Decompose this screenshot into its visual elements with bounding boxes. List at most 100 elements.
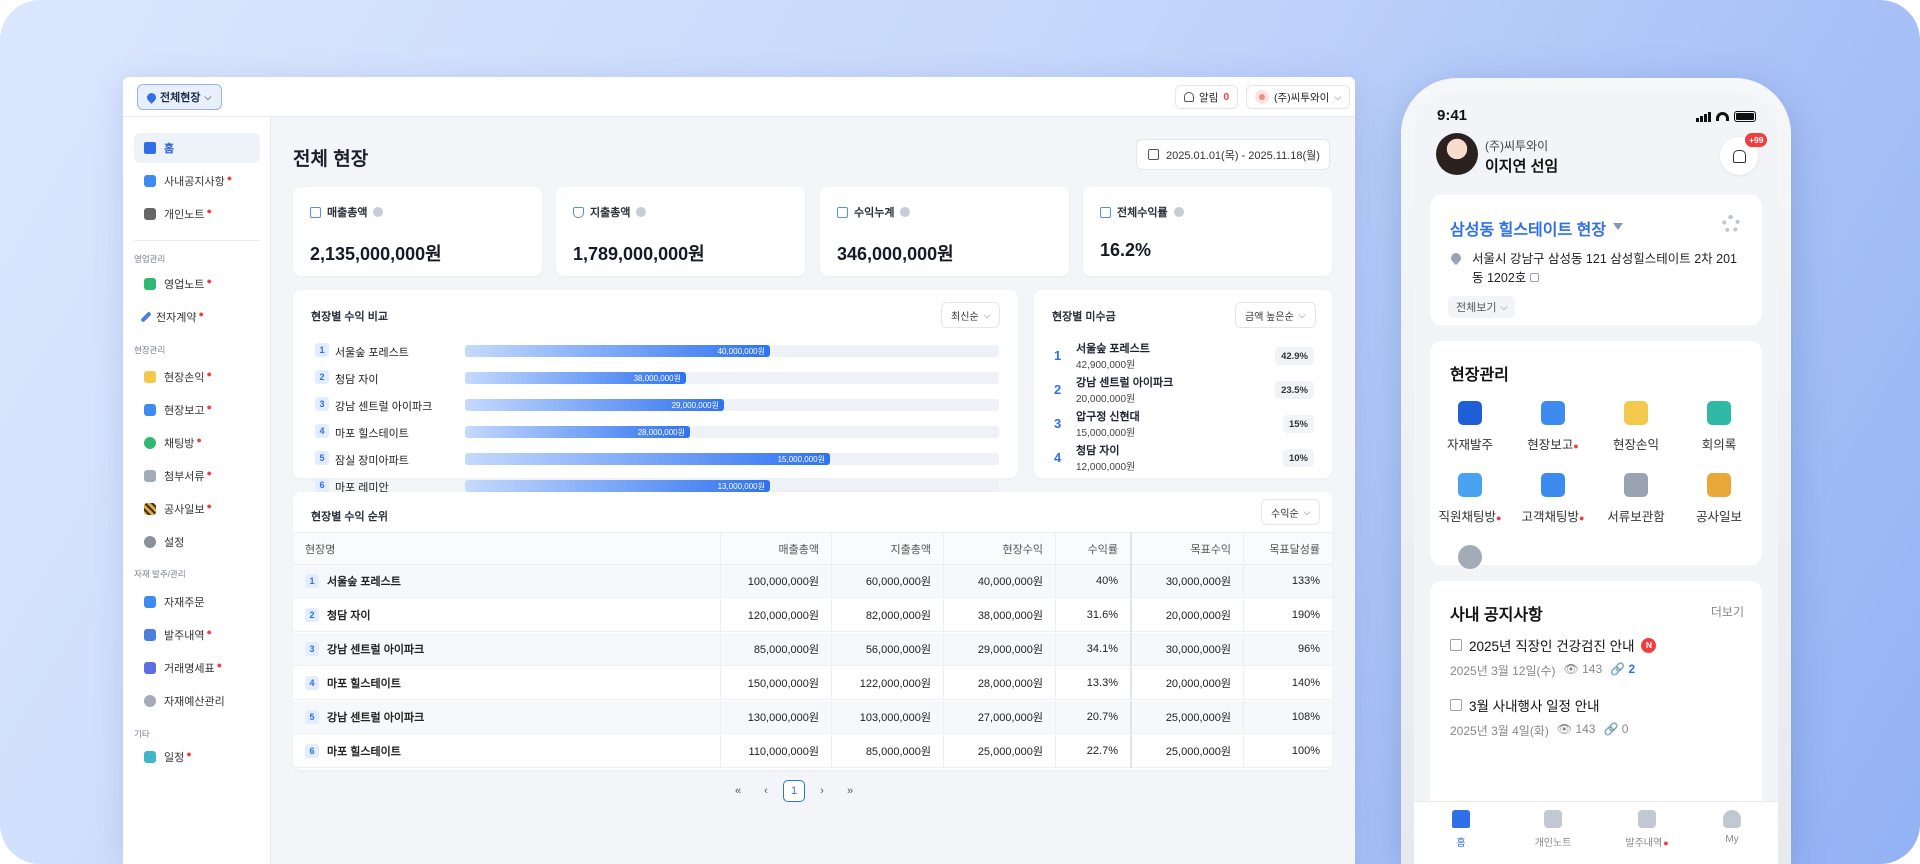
sidebar-item-label: 발주내역 bbox=[164, 630, 205, 642]
new-dot: ● bbox=[206, 626, 212, 637]
bar[interactable]: 15,000,000원 bbox=[465, 453, 830, 465]
info-icon[interactable] bbox=[373, 207, 384, 217]
sidebar-item-material-budget[interactable]: 자재예산관리 bbox=[134, 686, 260, 716]
site-name-cell: 1 서울숲 포레스트 bbox=[293, 564, 721, 598]
view-all-button[interactable]: 전체보기 ⌵ bbox=[1448, 296, 1516, 318]
inbox-icon bbox=[144, 662, 156, 674]
new-dot: ● bbox=[1663, 838, 1669, 848]
receivable-row[interactable]: 3 압구정 신현대 15,000,000원 15% bbox=[1054, 408, 1314, 442]
column-header[interactable]: 지출총액 bbox=[832, 532, 944, 565]
info-icon[interactable] bbox=[900, 207, 911, 217]
site-mgmt-item[interactable]: 고객채팅방● bbox=[1513, 473, 1593, 529]
site-mgmt-item[interactable]: 서류보관함 bbox=[1596, 473, 1676, 529]
sidebar-item-attachments[interactable]: 첨부서류 ● bbox=[134, 461, 260, 491]
table-row[interactable]: 2 청담 자이 120,000,000원 82,000,000원 38,000,000원… bbox=[293, 598, 1332, 632]
bar[interactable]: 29,000,000원 bbox=[465, 399, 724, 411]
sidebar-item-e-contract[interactable]: 전자계약 ● bbox=[134, 302, 260, 332]
sidebar-item-label: 거래명세표 bbox=[164, 663, 215, 675]
receivable-row[interactable]: 4 청담 자이 12,000,000원 10% bbox=[1054, 442, 1314, 476]
receipt-icon bbox=[310, 206, 321, 218]
column-header[interactable]: 수익률 bbox=[1056, 532, 1132, 565]
page-number[interactable]: 1 bbox=[783, 780, 805, 802]
site-mgmt-item[interactable]: 회의록 bbox=[1679, 401, 1759, 457]
feature-label: 서류보관함 bbox=[1607, 510, 1665, 524]
receivable-percent: 42.9% bbox=[1275, 347, 1314, 365]
bar[interactable]: 38,000,000원 bbox=[465, 372, 686, 384]
site-selector[interactable]: 전체현장 ⌵ bbox=[137, 84, 223, 110]
caret-down-icon[interactable] bbox=[1613, 223, 1623, 230]
receivable-percent: 10% bbox=[1282, 449, 1314, 467]
sidebar-item-site-pl[interactable]: 현장손익 ● bbox=[134, 362, 260, 392]
column-header[interactable]: 매출총액 bbox=[721, 532, 832, 565]
achieve-cell: 108% bbox=[1291, 711, 1320, 723]
notice-item[interactable]: 3월 사내행사 일정 안내 2025년 3월 4일(화) 👁 143 🔗 0 bbox=[1450, 695, 1750, 739]
achieve-cell: 140% bbox=[1291, 677, 1320, 689]
gear-icon[interactable] bbox=[1722, 215, 1740, 233]
sidebar-item-label: 자재예산관리 bbox=[164, 696, 225, 708]
card-title: 현장별 수익 비교 bbox=[311, 311, 388, 323]
notice-item[interactable]: 2025년 직장인 건강검진 안내 N 2025년 3월 12일(수) 👁 143 🔗… bbox=[1450, 635, 1750, 679]
info-icon[interactable] bbox=[636, 207, 647, 217]
alarm-button[interactable]: 알림 0 bbox=[1175, 85, 1239, 109]
image-icon bbox=[1450, 699, 1462, 711]
table-row[interactable]: 5 강남 센트럴 아이파크 130,000,000원 103,000,000원 27,0… bbox=[293, 700, 1332, 734]
sidebar-item-invoice[interactable]: 거래명세표 ● bbox=[134, 653, 260, 683]
bar-label: 청담 자이 bbox=[335, 374, 379, 386]
sidebar-item-daily-log[interactable]: 공사일보 ● bbox=[134, 494, 260, 524]
site-name[interactable]: 삼성동 힐스테이트 현장 bbox=[1450, 216, 1606, 240]
sidebar-item-chat[interactable]: 채팅방 ● bbox=[134, 428, 260, 458]
next-page-button[interactable]: › bbox=[811, 780, 833, 802]
chevron-down-icon: ⌵ bbox=[1334, 91, 1342, 102]
sidebar-item-home[interactable]: 홈 bbox=[134, 133, 260, 163]
date-range-picker[interactable]: 2025.01.01(목) - 2025.11.18(월) bbox=[1136, 139, 1330, 170]
sidebar-item-order-history[interactable]: 발주내역 ● bbox=[134, 620, 260, 650]
site-mgmt-item[interactable]: 자재발주 bbox=[1430, 401, 1510, 457]
bar[interactable]: 13,000,000원 bbox=[465, 480, 770, 492]
table-row[interactable]: 6 마포 힐스테이트 110,000,000원 85,000,000원 25,000,0… bbox=[293, 734, 1332, 768]
last-page-button[interactable]: » bbox=[839, 780, 861, 802]
sort-dropdown[interactable]: 최신순 ⌵ bbox=[941, 302, 1001, 328]
info-icon[interactable] bbox=[1173, 207, 1184, 217]
receivable-row[interactable]: 1 서울숲 포레스트 42,900,000원 42.9% bbox=[1054, 340, 1314, 374]
home-icon bbox=[144, 142, 156, 154]
site-mgmt-item[interactable]: 현장보고● bbox=[1513, 401, 1593, 457]
column-header[interactable]: 목표수익 bbox=[1132, 532, 1244, 565]
tab-personal-note[interactable]: 개인노트 bbox=[1518, 810, 1588, 849]
bar[interactable]: 28,000,000원 bbox=[465, 426, 690, 438]
sidebar-item-material-order[interactable]: 자재주문 bbox=[134, 587, 260, 617]
bar-row: 4 마포 힐스테이트 28,000,000원 bbox=[315, 423, 999, 440]
table-row[interactable]: 3 강남 센트럴 아이파크 85,000,000원 56,000,000원 29,000… bbox=[293, 632, 1332, 666]
more-link[interactable]: 더보기 bbox=[1711, 603, 1744, 620]
receivable-row[interactable]: 2 강남 센트럴 아이파크 20,000,000원 23.5% bbox=[1054, 374, 1314, 408]
sidebar-item-site-report[interactable]: 현장보고 ● bbox=[134, 395, 260, 425]
sidebar-item-note[interactable]: 개인노트 ● bbox=[134, 199, 260, 229]
sort-dropdown[interactable]: 금액 높은순 ⌵ bbox=[1235, 302, 1316, 328]
sidebar-item-settings[interactable]: 설정 bbox=[134, 527, 260, 557]
column-header[interactable]: 현장명 bbox=[293, 532, 721, 565]
status-time: 9:41 bbox=[1437, 107, 1468, 124]
sidebar-item-notice[interactable]: 사내공지사항 ● bbox=[134, 166, 260, 196]
bar[interactable]: 40,000,000원 bbox=[465, 345, 770, 357]
site-mgmt-item[interactable]: 현장손익 bbox=[1596, 401, 1676, 457]
sort-dropdown[interactable]: 수익순 ⌵ bbox=[1261, 499, 1321, 525]
column-header[interactable]: 현장수익 bbox=[944, 532, 1056, 565]
table-row[interactable]: 1 서울숲 포레스트 100,000,000원 60,000,000원 40,000,0… bbox=[293, 564, 1332, 598]
tab-my[interactable]: My bbox=[1697, 810, 1767, 845]
site-mgmt-item[interactable]: 직원채팅방● bbox=[1430, 473, 1510, 529]
sidebar-item-schedule[interactable]: 일정 ● bbox=[134, 742, 260, 772]
receivable-percent: 23.5% bbox=[1275, 381, 1314, 399]
tab-order-history[interactable]: 발주내역● bbox=[1612, 810, 1682, 849]
table-header: 현장명 매출총액 지출총액 현장수익 수익률 목표수익 목표달성률 bbox=[293, 532, 1332, 565]
column-header[interactable]: 목표달성률 bbox=[1244, 532, 1332, 565]
sidebar-item-sales-note[interactable]: 영업노트 ● bbox=[134, 269, 260, 299]
site-mgmt-item[interactable]: 공사일보 bbox=[1679, 473, 1759, 529]
prev-page-button[interactable]: ‹ bbox=[755, 780, 777, 802]
first-page-button[interactable]: « bbox=[727, 780, 749, 802]
tab-home[interactable]: 홈 bbox=[1426, 810, 1496, 849]
copy-icon[interactable] bbox=[1529, 273, 1539, 282]
account-menu[interactable]: (주)씨투와이 ⌵ bbox=[1246, 85, 1351, 109]
table-row[interactable]: 4 마포 힐스테이트 150,000,000원 122,000,000원 28,000,… bbox=[293, 666, 1332, 700]
bar-row: 6 마포 레미안 13,000,000원 bbox=[315, 477, 999, 494]
avatar[interactable] bbox=[1436, 133, 1478, 175]
location-pin-icon bbox=[145, 90, 158, 104]
